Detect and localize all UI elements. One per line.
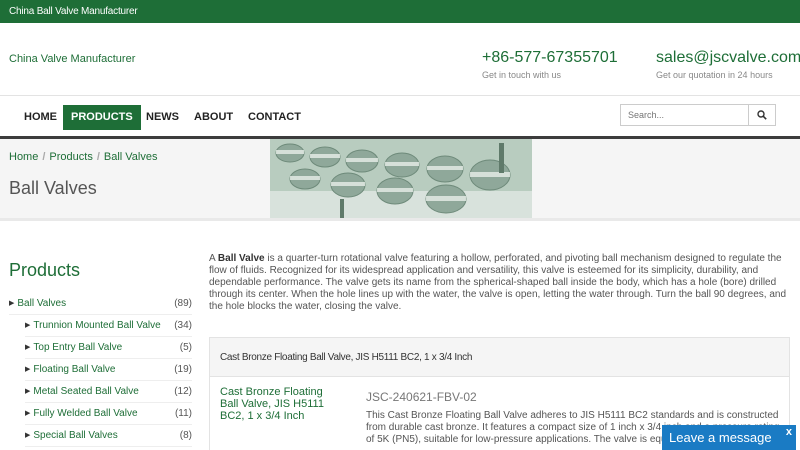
search-input[interactable] [621, 105, 748, 125]
nav-products[interactable]: PRODUCTS [63, 105, 141, 130]
product-name-link[interactable]: Cast Bronze Floating Ball Valve, JIS H51… [220, 386, 342, 422]
sidebar-item-top-entry[interactable]: ▶ Top Entry Ball Valve (5) [25, 337, 192, 359]
caret-right-icon: ▶ [25, 388, 31, 395]
brand-tagline[interactable]: China Valve Manufacturer [9, 53, 135, 65]
sidebar-item-metal-seated[interactable]: ▶ Metal Seated Ball Valve (12) [25, 381, 192, 403]
search-icon [757, 110, 767, 120]
sidebar-item-label: Top Entry Ball Valve [33, 342, 123, 353]
phone-caption: Get in touch with us [482, 70, 562, 80]
breadcrumb-separator: / [96, 151, 100, 163]
sidebar-item-count: (89) [174, 298, 192, 309]
sidebar-item-trunnion-mounted[interactable]: ▶ Trunnion Mounted Ball Valve (34) [25, 315, 192, 337]
sidebar-item-fully-welded[interactable]: ▶ Fully Welded Ball Valve (11) [25, 403, 192, 425]
sidebar-title: Products [9, 260, 81, 280]
banner-image [270, 139, 532, 218]
sidebar-item-ball-valves[interactable]: ▶ Ball Valves (89) [9, 293, 192, 315]
nav-news[interactable]: NEWS [138, 105, 187, 130]
email-address[interactable]: sales@jscvalve.com [656, 49, 800, 67]
chat-label: Leave a message [669, 430, 772, 445]
caret-right-icon: ▶ [25, 432, 31, 439]
caret-right-icon: ▶ [25, 344, 31, 351]
caret-right-icon: ▶ [25, 410, 31, 417]
page-banner [0, 136, 800, 218]
site-header: China Valve Manufacturer +86-577-6735570… [0, 23, 800, 95]
leave-message-widget[interactable]: Leave a message x [662, 425, 796, 450]
product-heading: Cast Bronze Floating Ball Valve, JIS H51… [209, 337, 790, 377]
sidebar-item-count: (5) [179, 342, 192, 353]
breadcrumb: Home / Products / Ball Valves [9, 151, 158, 163]
breadcrumb-separator: / [42, 151, 46, 163]
email-caption: Get our quotation in 24 hours [656, 70, 773, 80]
sidebar-item-special[interactable]: ▶ Special Ball Valves (8) [25, 425, 192, 447]
intro-paragraph: A Ball Valve is a quarter-turn rotationa… [209, 253, 790, 313]
close-icon[interactable]: x [786, 425, 792, 440]
intro-bold-term: Ball Valve [217, 253, 265, 264]
search-box [620, 104, 776, 126]
sidebar-item-label: Special Ball Valves [33, 430, 118, 441]
banner-divider [0, 218, 800, 221]
search-button[interactable] [748, 105, 775, 125]
breadcrumb-home[interactable]: Home [9, 151, 38, 163]
sidebar-item-label: Metal Seated Ball Valve [33, 386, 139, 397]
sidebar-item-label: Ball Valves [17, 298, 67, 309]
sidebar-item-count: (8) [179, 430, 192, 441]
breadcrumb-products[interactable]: Products [49, 151, 92, 163]
sidebar-item-label: Trunnion Mounted Ball Valve [33, 320, 161, 331]
sidebar-item-label: Floating Ball Valve [33, 364, 116, 375]
nav-about[interactable]: ABOUT [186, 105, 241, 130]
sidebar-item-count: (19) [174, 364, 192, 375]
phone-contact: +86-577-67355701 Get in touch with us [482, 49, 618, 80]
nav-home[interactable]: HOME [16, 105, 65, 130]
breadcrumb-ball-valves[interactable]: Ball Valves [104, 151, 158, 163]
intro-text: is a quarter-turn rotational valve featu… [209, 253, 787, 312]
email-contact: sales@jscvalve.com Get our quotation in … [656, 49, 800, 80]
sidebar-item-count: (11) [174, 408, 192, 419]
caret-right-icon: ▶ [9, 300, 15, 307]
product-code: JSC-240621-FBV-02 [366, 390, 477, 404]
sidebar-item-floating[interactable]: ▶ Floating Ball Valve (19) [25, 359, 192, 381]
caret-right-icon: ▶ [25, 322, 31, 329]
caret-right-icon: ▶ [25, 366, 31, 373]
phone-number[interactable]: +86-577-67355701 [482, 49, 618, 67]
page-title: Ball Valves [9, 178, 97, 198]
nav-contact[interactable]: CONTACT [240, 105, 309, 130]
valves-photo [270, 139, 532, 218]
top-bar: China Ball Valve Manufacturer [0, 0, 800, 23]
sidebar-item-count: (34) [174, 320, 192, 331]
intro-lead: A [209, 253, 218, 264]
sidebar-item-label: Fully Welded Ball Valve [33, 408, 138, 419]
sidebar-item-count: (12) [174, 386, 192, 397]
